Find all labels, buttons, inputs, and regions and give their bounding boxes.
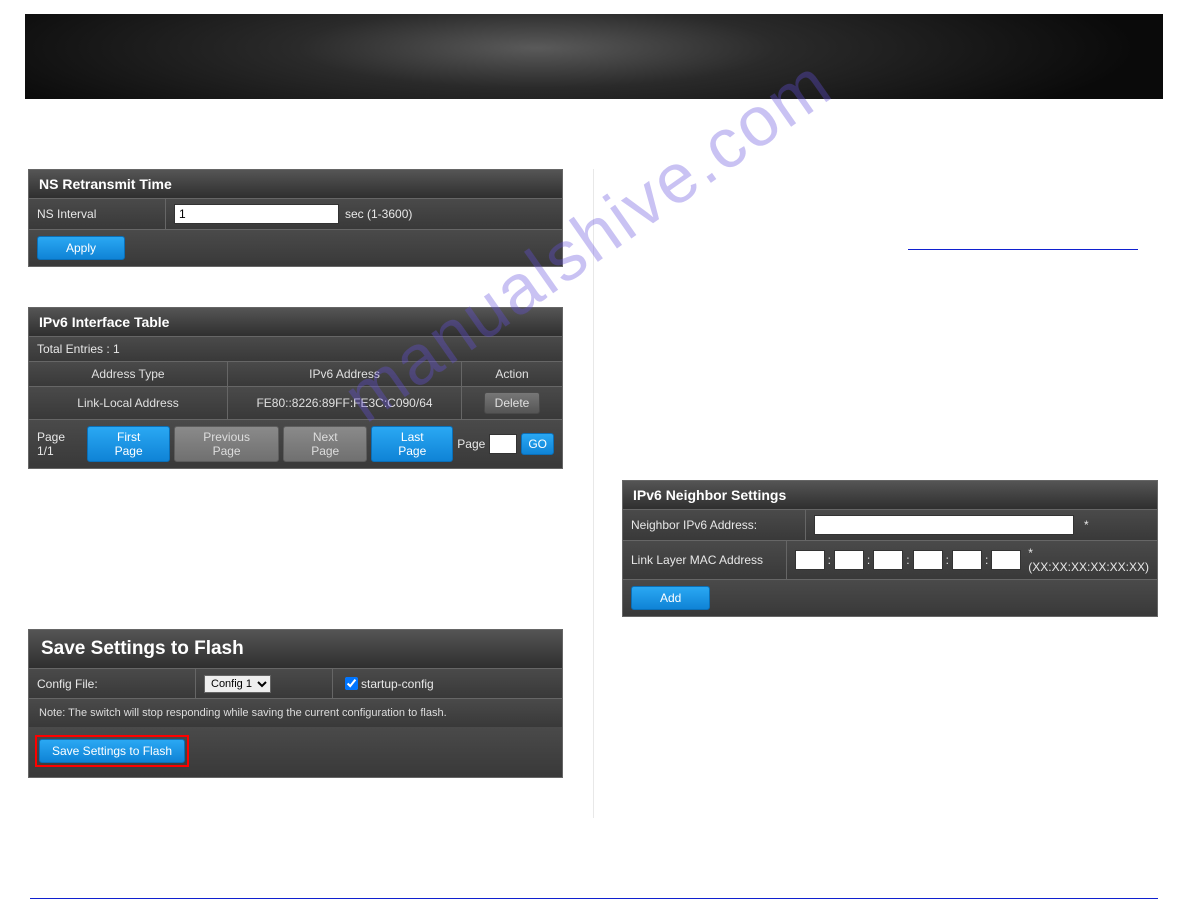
startup-config-label: startup-config [361,677,434,691]
save-button-highlight: Save Settings to Flash [35,735,189,767]
top-banner [25,14,1163,99]
ipv6-interface-table-panel: IPv6 Interface Table Total Entries : 1 A… [28,307,563,469]
mac-input-5[interactable] [952,550,982,570]
mac-hint: * (XX:XX:XX:XX:XX:XX) [1028,546,1149,574]
mac-input-1[interactable] [795,550,825,570]
page-indicator: Page 1/1 [37,430,83,458]
ns-interval-hint: sec (1-3600) [345,207,412,221]
add-button[interactable]: Add [631,586,710,610]
neighbor-title: IPv6 Neighbor Settings [623,481,1157,510]
ns-retransmit-panel: NS Retransmit Time NS Interval sec (1-36… [28,169,563,267]
go-button[interactable]: GO [521,433,554,455]
total-entries: Total Entries : 1 [29,337,562,361]
neighbor-addr-label: Neighbor IPv6 Address: [623,510,806,540]
ns-interval-input[interactable] [174,204,339,224]
previous-page-button[interactable]: Previous Page [174,426,279,462]
col-address-type: Address Type [29,362,228,386]
col-ipv6-address: IPv6 Address [228,362,462,386]
page-label: Page [457,437,485,451]
cell-address-type: Link-Local Address [29,387,228,419]
config-file-select[interactable]: Config 1 [204,675,271,693]
page-input[interactable] [489,434,517,454]
mac-sep: : [985,553,988,567]
addr-asterisk: * [1084,518,1089,532]
iface-table-title: IPv6 Interface Table [29,308,562,337]
mac-label: Link Layer MAC Address [623,541,787,579]
mac-input-3[interactable] [873,550,903,570]
cell-ipv6-address: FE80::8226:89FF:FE3C:C090/64 [228,387,462,419]
last-page-button[interactable]: Last Page [371,426,453,462]
startup-config-checkbox[interactable] [345,677,358,690]
ns-retransmit-title: NS Retransmit Time [29,170,562,199]
save-settings-panel: Save Settings to Flash Config File: Conf… [28,629,563,778]
save-settings-title: Save Settings to Flash [29,630,562,669]
ipv6-neighbor-panel: IPv6 Neighbor Settings Neighbor IPv6 Add… [622,480,1158,617]
mac-sep: : [867,553,870,567]
save-note: Note: The switch will stop responding wh… [29,699,562,727]
save-settings-button[interactable]: Save Settings to Flash [39,739,185,763]
mac-input-4[interactable] [913,550,943,570]
first-page-button[interactable]: First Page [87,426,170,462]
link-line[interactable] [908,229,1138,250]
col-action: Action [462,362,562,386]
mac-sep: : [828,553,831,567]
table-row: Link-Local Address FE80::8226:89FF:FE3C:… [29,387,562,420]
ns-interval-label: NS Interval [29,199,166,229]
table-header-row: Address Type IPv6 Address Action [29,362,562,387]
apply-button[interactable]: Apply [37,236,125,260]
config-file-label: Config File: [29,669,196,698]
mac-sep: : [906,553,909,567]
bottom-divider [30,898,1158,899]
next-page-button[interactable]: Next Page [283,426,367,462]
mac-input-6[interactable] [991,550,1021,570]
mac-sep: : [946,553,949,567]
delete-button[interactable]: Delete [484,392,541,414]
neighbor-ipv6-input[interactable] [814,515,1074,535]
mac-input-2[interactable] [834,550,864,570]
